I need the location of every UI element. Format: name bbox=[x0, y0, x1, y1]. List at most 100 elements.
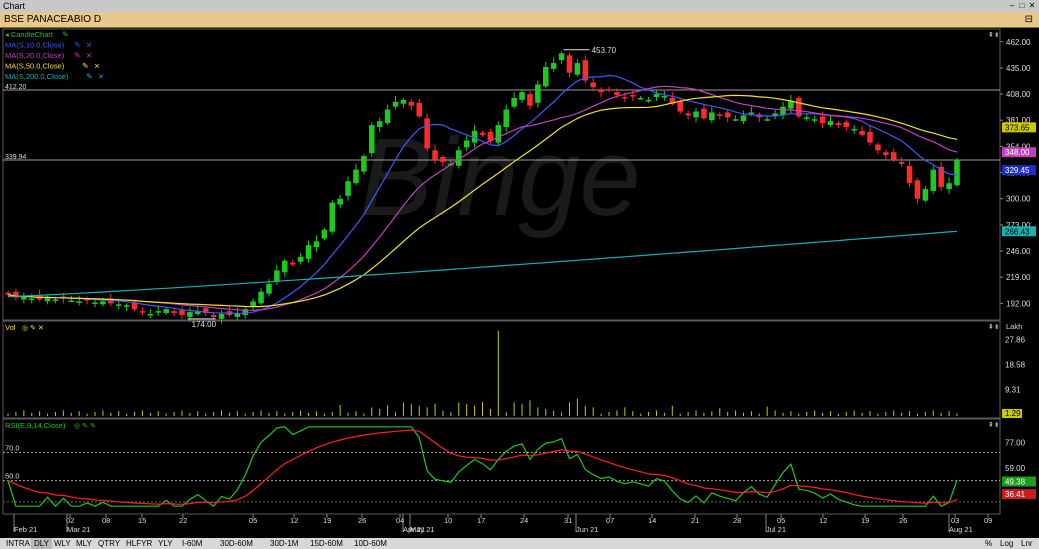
hline-label: 339.94 bbox=[5, 154, 27, 161]
candle bbox=[100, 301, 106, 305]
candle bbox=[329, 202, 336, 232]
candle bbox=[946, 183, 952, 190]
candle bbox=[440, 157, 446, 162]
scale-log[interactable]: Log bbox=[997, 538, 1016, 549]
candle bbox=[432, 150, 438, 160]
remove-icon: ✕ bbox=[86, 53, 92, 60]
period-wly[interactable]: WLY bbox=[51, 538, 74, 549]
candle bbox=[740, 115, 747, 122]
scale-lnr[interactable]: Lnr bbox=[1018, 538, 1036, 549]
candle bbox=[803, 117, 810, 119]
candle bbox=[890, 152, 897, 160]
price-tick-label: 219.00 bbox=[1006, 273, 1031, 282]
candle bbox=[550, 63, 557, 69]
period-30d-60m[interactable]: 30D-60M bbox=[217, 538, 256, 549]
candle bbox=[859, 130, 865, 135]
candle bbox=[685, 113, 691, 116]
candle bbox=[266, 283, 272, 294]
rsi-tag-label: 49.38 bbox=[1005, 478, 1026, 487]
candle bbox=[179, 310, 185, 315]
period-dly[interactable]: DLY bbox=[31, 538, 52, 549]
candle bbox=[614, 92, 620, 96]
candle bbox=[637, 97, 644, 100]
x-axis-label: 19 bbox=[861, 516, 869, 525]
volume-controls: ◎ ✎ ✕ bbox=[22, 325, 44, 332]
candle bbox=[92, 302, 98, 304]
candle bbox=[922, 189, 929, 201]
candle bbox=[811, 119, 818, 121]
candle bbox=[645, 99, 652, 102]
candle bbox=[535, 84, 541, 103]
edit-icon: ✎ bbox=[62, 30, 69, 39]
candle bbox=[598, 89, 604, 93]
candle bbox=[210, 315, 217, 317]
candle bbox=[527, 94, 533, 106]
high-label: 453.70 bbox=[592, 46, 617, 55]
candle bbox=[282, 260, 288, 273]
period-10d-60m[interactable]: 10D-60M bbox=[351, 538, 390, 549]
candle bbox=[542, 66, 549, 87]
indicator-legend-2: MA(S,20.0,Close) bbox=[5, 51, 65, 60]
x-axis-label: 26 bbox=[358, 516, 366, 525]
candle bbox=[76, 301, 82, 303]
period-hlfyr[interactable]: HLFYR bbox=[123, 538, 155, 549]
volume-tag-label: 1.29 bbox=[1005, 409, 1021, 418]
candle bbox=[701, 108, 707, 119]
period-mly[interactable]: MLY bbox=[73, 538, 95, 549]
candle bbox=[218, 314, 225, 319]
candle bbox=[313, 241, 320, 248]
hline-label: 412.20 bbox=[5, 84, 27, 91]
price-tag-label: 329.45 bbox=[1005, 166, 1030, 175]
x-axis-label: May 21 bbox=[410, 525, 435, 534]
candle bbox=[274, 270, 280, 282]
candle bbox=[297, 256, 304, 262]
candle bbox=[883, 152, 889, 156]
candle bbox=[511, 97, 517, 107]
candle bbox=[835, 123, 842, 126]
candle bbox=[693, 111, 699, 118]
candle bbox=[163, 309, 169, 314]
x-axis-label: Feb 21 bbox=[14, 525, 37, 534]
x-axis-label: 14 bbox=[648, 516, 656, 525]
ma200-line bbox=[7, 230, 958, 298]
x-axis-label: 17 bbox=[477, 516, 485, 525]
volume-tick-label: 9.31 bbox=[1005, 386, 1021, 395]
panel-controls-icon: ⇞⇟ bbox=[988, 31, 1000, 39]
candle bbox=[376, 121, 383, 128]
period-qtry[interactable]: QTRY bbox=[95, 538, 123, 549]
period-yly[interactable]: YLY bbox=[155, 538, 176, 549]
candle bbox=[843, 122, 850, 128]
period-toolbar: INTRA DLY WLY MLY QTRY HLFYR YLY I-60M 30D-60M 30… bbox=[0, 538, 1039, 549]
x-axis-label: 31 bbox=[564, 516, 572, 525]
price-tag-label: 348.00 bbox=[1005, 148, 1030, 157]
candle bbox=[5, 292, 11, 295]
indicator-legend-4: MA(S,200.0,Close) bbox=[5, 72, 69, 81]
candle bbox=[139, 311, 146, 313]
rsi-tick-label: 59.00 bbox=[1005, 464, 1026, 473]
period-30d-1m[interactable]: 30D-1M bbox=[267, 538, 301, 549]
chart-canvas[interactable]: 462.00435.00408.00381.00354.00327.00300.… bbox=[0, 0, 1039, 549]
x-axis-label: Mar 21 bbox=[67, 525, 90, 534]
x-axis-label: 10 bbox=[444, 516, 452, 525]
candle bbox=[914, 180, 921, 199]
candle bbox=[155, 311, 162, 313]
period-15d-60m[interactable]: 15D-60M bbox=[307, 538, 346, 549]
scale-percent[interactable]: % bbox=[982, 538, 995, 549]
candle bbox=[875, 144, 881, 151]
candle bbox=[677, 100, 683, 112]
edit-icon: ✎ bbox=[82, 62, 89, 71]
period-intra[interactable]: INTRA bbox=[3, 538, 33, 549]
candle bbox=[479, 132, 486, 135]
candle bbox=[361, 156, 367, 172]
period-i-60m[interactable]: I-60M bbox=[179, 538, 205, 549]
candle bbox=[321, 229, 328, 239]
volume-unit: Lakh bbox=[1006, 322, 1022, 331]
rsi-level-label: 50.0 bbox=[5, 472, 20, 481]
candle bbox=[52, 299, 59, 301]
x-axis-label: 09 bbox=[984, 516, 992, 525]
candle bbox=[416, 102, 423, 117]
x-axis-label: Jun 21 bbox=[576, 525, 599, 534]
candle bbox=[28, 298, 35, 301]
x-axis-label: 22 bbox=[179, 516, 187, 525]
candle bbox=[867, 131, 873, 143]
